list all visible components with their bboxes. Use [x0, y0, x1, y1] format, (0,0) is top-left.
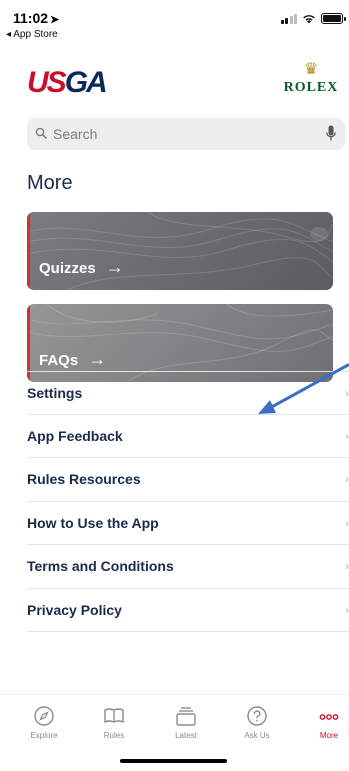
chevron-right-icon: ›: [345, 428, 349, 443]
chevron-right-icon: ›: [345, 559, 349, 574]
question-icon: [247, 706, 267, 726]
chevron-right-icon: ›: [345, 515, 349, 530]
faqs-card-label: FAQs →: [39, 349, 107, 369]
brand-header: USGA ♛ ROLEX: [27, 60, 343, 104]
wifi-icon: [303, 15, 315, 24]
microphone-icon[interactable]: [326, 125, 336, 142]
compass-icon: [34, 706, 54, 726]
rolex-logo: ♛ ROLEX: [281, 62, 341, 96]
chevron-right-icon: ›: [345, 385, 349, 400]
book-icon: [104, 708, 124, 724]
menu-item-terms[interactable]: Terms and Conditions ›: [27, 545, 349, 589]
menu-item-privacy-policy[interactable]: Privacy Policy ›: [27, 589, 349, 632]
status-time: 11:02 ➤: [13, 10, 60, 26]
search-input[interactable]: Search: [27, 118, 345, 150]
status-bar: 11:02 ➤ ◂ App Store: [0, 0, 349, 46]
tab-explore[interactable]: Explore: [14, 705, 74, 740]
page-title: More: [27, 172, 73, 194]
tab-latest[interactable]: Latest: [156, 705, 216, 740]
stack-icon: [176, 707, 196, 726]
arrow-right-icon: →: [88, 349, 107, 369]
location-arrow-icon: ➤: [50, 14, 60, 26]
tab-more[interactable]: More: [299, 705, 349, 740]
search-icon: [35, 127, 47, 139]
menu-item-how-to-use[interactable]: How to Use the App ›: [27, 502, 349, 545]
tab-rules[interactable]: Rules: [84, 705, 144, 740]
battery-icon: [321, 13, 346, 24]
crown-icon: ♛: [303, 61, 319, 78]
more-menu-list: Settings › App Feedback › Rules Resources ›…: [27, 371, 349, 632]
menu-item-settings[interactable]: Settings ›: [27, 371, 349, 415]
quizzes-card[interactable]: Quizzes →: [27, 212, 333, 290]
back-to-app-store-link[interactable]: ◂ App Store: [6, 29, 58, 40]
menu-item-app-feedback[interactable]: App Feedback ›: [27, 415, 349, 458]
arrow-right-icon: →: [105, 257, 124, 277]
quizzes-card-label: Quizzes →: [39, 257, 124, 277]
card-accent-stripe: [27, 212, 30, 290]
topographic-pattern: [27, 212, 333, 290]
home-indicator[interactable]: [120, 759, 227, 763]
tab-ask-us[interactable]: Ask Us: [227, 705, 287, 740]
cellular-signal-icon: [280, 13, 297, 24]
more-dots-icon: [319, 714, 339, 720]
menu-item-rules-resources[interactable]: Rules Resources ›: [27, 458, 349, 502]
chevron-right-icon: ›: [345, 472, 349, 487]
search-placeholder: Search: [53, 126, 98, 142]
system-icons: [280, 13, 346, 24]
chevron-right-icon: ›: [345, 602, 349, 617]
usga-logo: USGA: [27, 66, 108, 99]
